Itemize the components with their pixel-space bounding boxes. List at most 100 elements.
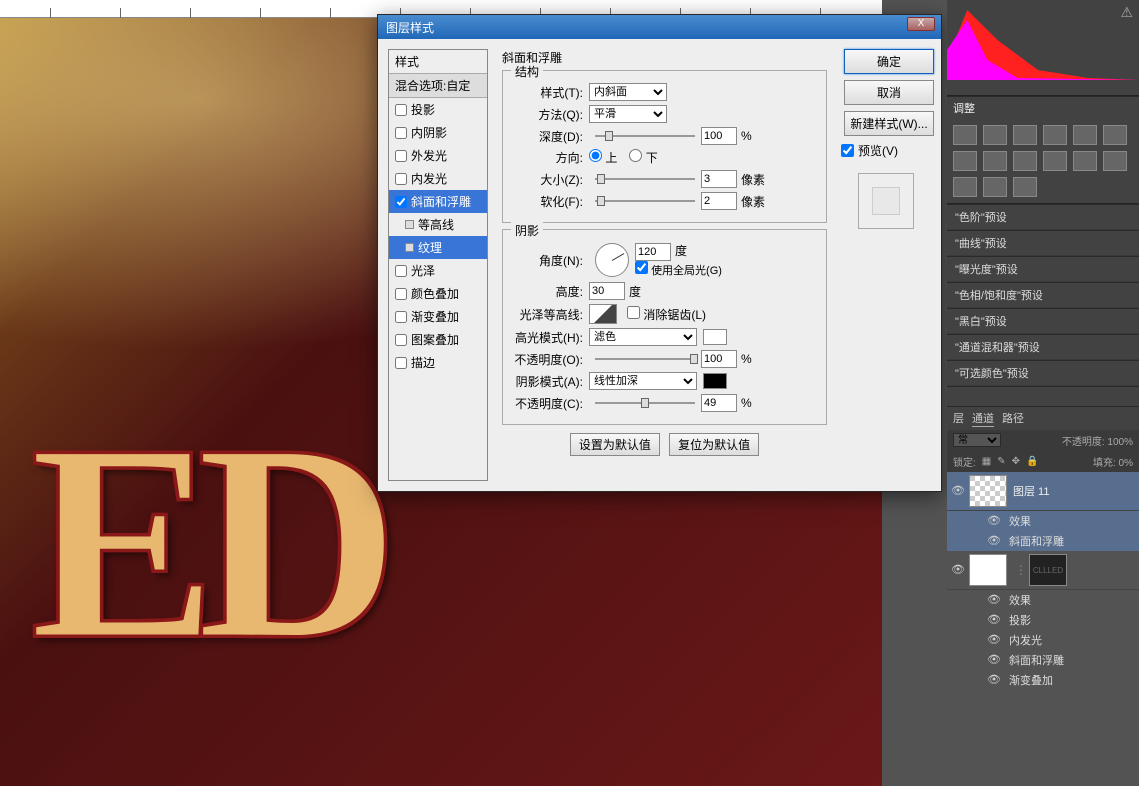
adjustments-title: 调整 <box>947 96 1139 119</box>
shadow-opacity-slider[interactable] <box>595 396 695 410</box>
layer-mask-thumbnail[interactable]: CLLLED <box>1029 554 1067 586</box>
invert-icon[interactable] <box>1073 151 1097 171</box>
lock-paint-icon[interactable]: ✎ <box>997 456 1005 467</box>
layers-tabs: 层 通道 路径 <box>947 406 1139 430</box>
gradient-map-icon[interactable] <box>983 177 1007 197</box>
fx-grad-row[interactable]: 👁渐变叠加 <box>947 670 1139 690</box>
effect-item-外发光[interactable]: 外发光 <box>389 144 487 167</box>
effect-item-斜面和浮雕[interactable]: 斜面和浮雕 <box>389 190 487 213</box>
preset-row[interactable]: "可选颜色"预设 <box>947 360 1139 386</box>
preview-check[interactable]: 预览(V) <box>841 142 931 159</box>
tab-paths[interactable]: 路径 <box>1002 410 1024 427</box>
lock-all-icon[interactable]: 🔒 <box>1026 456 1038 467</box>
brightness-icon[interactable] <box>953 125 977 145</box>
preset-row[interactable]: "色阶"预设 <box>947 204 1139 230</box>
layer-row[interactable]: 👁 ⋮ CLLLED <box>947 551 1139 590</box>
reset-default-button[interactable]: 复位为默认值 <box>669 433 759 456</box>
new-style-button[interactable]: 新建样式(W)... <box>844 111 934 136</box>
preset-row[interactable]: "通道混和器"预设 <box>947 334 1139 360</box>
channel-mixer-icon[interactable] <box>1043 151 1067 171</box>
fx-inner-row[interactable]: 👁内发光 <box>947 630 1139 650</box>
vibrance-icon[interactable] <box>1073 125 1097 145</box>
exposure-icon[interactable] <box>1043 125 1067 145</box>
angle-input[interactable] <box>635 243 671 261</box>
antialias-check[interactable]: 消除锯齿(L) <box>627 308 706 322</box>
link-icon[interactable]: ⋮ <box>1013 554 1029 586</box>
layer-name[interactable]: 图层 11 <box>1013 483 1049 499</box>
depth-slider[interactable] <box>595 129 695 143</box>
warning-icon[interactable]: ⚠ <box>1120 4 1133 21</box>
effect-item-纹理[interactable]: 纹理 <box>389 236 487 259</box>
fx-bevel-row[interactable]: 👁斜面和浮雕 <box>947 531 1139 551</box>
fx-row[interactable]: 👁效果 <box>947 511 1139 531</box>
layer-thumbnail[interactable] <box>969 554 1007 586</box>
depth-label: 深度(D): <box>511 128 589 145</box>
fx-bevel-row[interactable]: 👁斜面和浮雕 <box>947 650 1139 670</box>
soften-slider[interactable] <box>595 194 695 208</box>
selective-color-icon[interactable] <box>1013 177 1037 197</box>
fill-value[interactable]: 0% <box>1119 458 1133 469</box>
gloss-contour-swatch[interactable] <box>589 304 617 324</box>
shadow-color-swatch[interactable] <box>703 373 727 389</box>
size-input[interactable] <box>701 170 737 188</box>
global-light-check[interactable]: 使用全局光(G) <box>635 265 722 277</box>
effect-item-图案叠加[interactable]: 图案叠加 <box>389 328 487 351</box>
lock-transparency-icon[interactable]: ▦ <box>982 456 991 467</box>
size-slider[interactable] <box>595 172 695 186</box>
effect-item-颜色叠加[interactable]: 颜色叠加 <box>389 282 487 305</box>
close-icon[interactable]: X <box>907 17 935 31</box>
preset-row[interactable]: "曝光度"预设 <box>947 256 1139 282</box>
preset-row[interactable]: "曲线"预设 <box>947 230 1139 256</box>
curves-icon[interactable] <box>1013 125 1037 145</box>
altitude-input[interactable] <box>589 282 625 300</box>
highlight-opacity-slider[interactable] <box>595 352 695 366</box>
layer-options-row: 常 不透明度: 100% <box>947 430 1139 451</box>
effect-item-等高线[interactable]: 等高线 <box>389 213 487 236</box>
layer-row[interactable]: 👁 图层 11 <box>947 472 1139 511</box>
hue-sat-icon[interactable] <box>1103 125 1127 145</box>
color-balance-icon[interactable] <box>953 151 977 171</box>
blend-mode-select[interactable]: 常 <box>953 433 1001 447</box>
photo-filter-icon[interactable] <box>1013 151 1037 171</box>
effect-item-内阴影[interactable]: 内阴影 <box>389 121 487 144</box>
lock-position-icon[interactable]: ✥ <box>1012 456 1020 467</box>
effect-item-内发光[interactable]: 内发光 <box>389 167 487 190</box>
fx-drop-row[interactable]: 👁投影 <box>947 610 1139 630</box>
cancel-button[interactable]: 取消 <box>844 80 934 105</box>
threshold-icon[interactable] <box>953 177 977 197</box>
tab-layers[interactable]: 层 <box>953 410 964 427</box>
preset-row[interactable]: "黑白"预设 <box>947 308 1139 334</box>
technique-select[interactable]: 平滑 <box>589 105 667 123</box>
set-default-button[interactable]: 设置为默认值 <box>570 433 660 456</box>
blend-options-header[interactable]: 混合选项:自定 <box>389 74 487 98</box>
visibility-icon[interactable]: 👁 <box>951 484 965 498</box>
posterize-icon[interactable] <box>1103 151 1127 171</box>
opacity-value[interactable]: 100% <box>1107 437 1133 448</box>
dialog-titlebar[interactable]: 图层样式 X <box>378 15 941 39</box>
style-select[interactable]: 内斜面 <box>589 83 667 101</box>
depth-input[interactable] <box>701 127 737 145</box>
tab-channels[interactable]: 通道 <box>972 410 994 427</box>
dir-up-radio[interactable]: 上 <box>589 149 617 166</box>
styles-header[interactable]: 样式 <box>389 50 487 74</box>
levels-icon[interactable] <box>983 125 1007 145</box>
lock-row: 锁定: ▦ ✎ ✥ 🔒 填充: 0% <box>947 451 1139 472</box>
soften-input[interactable] <box>701 192 737 210</box>
visibility-icon[interactable]: 👁 <box>951 563 965 577</box>
effect-item-投影[interactable]: 投影 <box>389 98 487 121</box>
effect-item-光泽[interactable]: 光泽 <box>389 259 487 282</box>
dir-down-radio[interactable]: 下 <box>629 149 657 166</box>
shadow-opacity-input[interactable] <box>701 394 737 412</box>
highlight-opacity-input[interactable] <box>701 350 737 368</box>
shadow-mode-select[interactable]: 线性加深 <box>589 372 697 390</box>
layer-thumbnail[interactable] <box>969 475 1007 507</box>
preset-row[interactable]: "色相/饱和度"预设 <box>947 282 1139 308</box>
ok-button[interactable]: 确定 <box>844 49 934 74</box>
bw-icon[interactable] <box>983 151 1007 171</box>
highlight-mode-select[interactable]: 滤色 <box>589 328 697 346</box>
effect-item-渐变叠加[interactable]: 渐变叠加 <box>389 305 487 328</box>
highlight-color-swatch[interactable] <box>703 329 727 345</box>
fx-row[interactable]: 👁效果 <box>947 590 1139 610</box>
effect-item-描边[interactable]: 描边 <box>389 351 487 374</box>
angle-dial[interactable] <box>595 243 629 277</box>
